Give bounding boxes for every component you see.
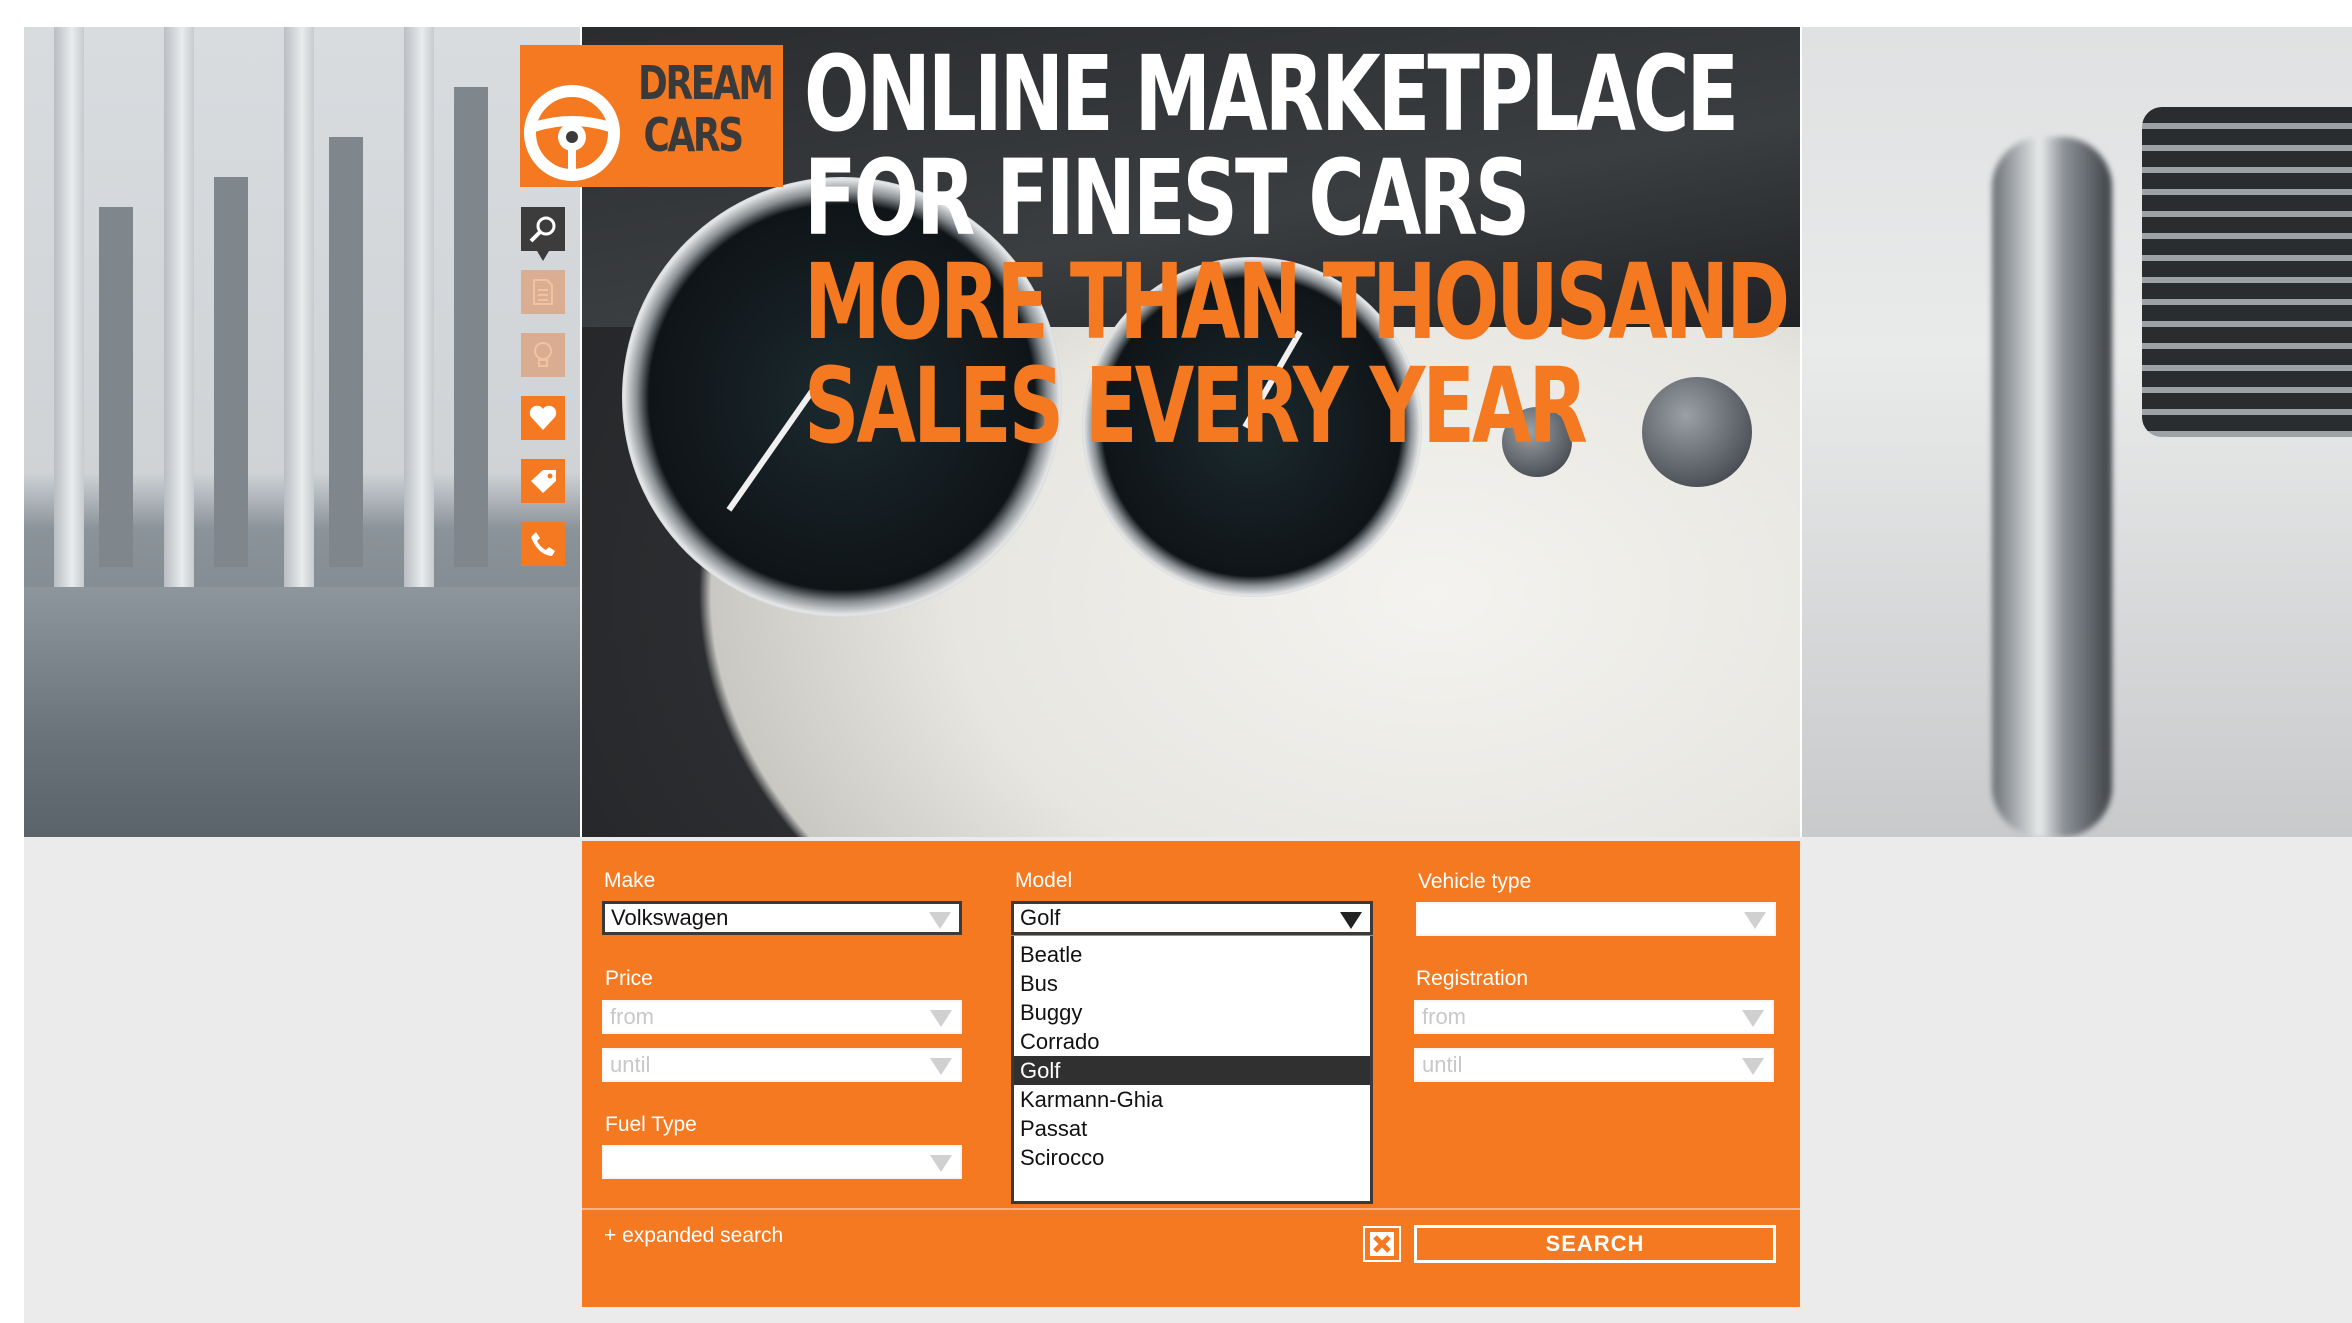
fuel-type-label: Fuel Type (605, 1113, 697, 1136)
headline-line-2: FOR FINEST CARS (804, 137, 1530, 259)
registration-from-placeholder: from (1422, 1004, 1466, 1029)
registration-until-placeholder: until (1422, 1052, 1463, 1077)
chevron-down-icon (1340, 912, 1362, 929)
hero-headline: ONLINE MARKETPLACE FOR FINEST CARS MORE … (804, 33, 1790, 467)
registration-label: Registration (1416, 967, 1529, 990)
model-option[interactable]: Passat (1014, 1114, 1370, 1143)
logo-wordmark: DREAM CARS (638, 56, 774, 162)
logo-line-2: CARS (643, 108, 744, 162)
model-label: Model (1015, 869, 1073, 892)
headline-line-3: MORE THAN THOUSAND (804, 241, 1790, 363)
model-option[interactable]: Scirocco (1014, 1143, 1370, 1172)
hero-photo-left (24, 27, 580, 837)
logo-line-1: DREAM (638, 56, 774, 110)
make-label: Make (604, 869, 656, 892)
lightbulb-icon (534, 342, 552, 367)
chevron-down-icon (1742, 1010, 1764, 1027)
model-dropdown-list: Beatle Bus Buggy Corrado Golf Karmann-Gh… (1011, 936, 1373, 1204)
fuel-type-select[interactable] (602, 1145, 962, 1179)
chevron-down-icon (929, 912, 951, 929)
chevron-down-icon (1744, 912, 1766, 929)
chevron-down-icon (1742, 1058, 1764, 1075)
model-option[interactable]: Corrado (1014, 1027, 1370, 1056)
headline-line-1: ONLINE MARKETPLACE (804, 33, 1739, 155)
make-select[interactable]: Volkswagen (602, 901, 962, 935)
model-option[interactable]: Bus (1014, 969, 1370, 998)
expanded-search-link[interactable]: + expanded search (604, 1224, 783, 1248)
price-from-select[interactable]: from (602, 1000, 962, 1034)
panel-divider (582, 1208, 1800, 1210)
chevron-down-icon (930, 1058, 952, 1075)
dream-cars-logo[interactable]: DREAM CARS (520, 45, 783, 187)
make-value: Volkswagen (611, 905, 729, 930)
nav-favorites-button[interactable] (521, 396, 565, 440)
search-button[interactable]: SEARCH (1414, 1225, 1776, 1263)
registration-until-select[interactable]: until (1414, 1048, 1774, 1082)
chevron-down-icon (930, 1155, 952, 1172)
headline-line-4: SALES EVERY YEAR (804, 345, 1588, 467)
heart-icon (529, 405, 557, 430)
model-option[interactable]: Karmann-Ghia (1014, 1085, 1370, 1114)
reset-button[interactable] (1363, 1226, 1401, 1262)
nav-contact-button[interactable] (521, 522, 565, 566)
steering-wheel-icon (524, 85, 620, 181)
close-icon (1370, 1232, 1394, 1256)
search-icon (529, 216, 556, 243)
nav-idea-button[interactable] (521, 333, 565, 377)
vehicle-type-label: Vehicle type (1418, 870, 1532, 893)
model-option-highlighted[interactable]: Golf (1014, 1056, 1370, 1085)
model-option[interactable]: Beatle (1014, 940, 1370, 969)
chevron-down-icon (930, 1010, 952, 1027)
nav-search-button[interactable] (521, 207, 565, 261)
vehicle-type-select[interactable] (1416, 902, 1776, 936)
model-select[interactable]: Golf (1011, 901, 1373, 935)
price-from-placeholder: from (610, 1004, 654, 1029)
price-label: Price (605, 967, 653, 990)
model-value: Golf (1020, 905, 1061, 930)
nav-document-button[interactable] (521, 270, 565, 314)
price-until-select[interactable]: until (602, 1048, 962, 1082)
document-icon (533, 279, 553, 305)
price-until-placeholder: until (610, 1052, 651, 1077)
registration-from-select[interactable]: from (1414, 1000, 1774, 1034)
hero-photo-right (1802, 27, 2352, 837)
phone-icon (531, 532, 555, 556)
tag-icon (531, 470, 556, 493)
model-option[interactable]: Buggy (1014, 998, 1370, 1027)
nav-offers-button[interactable] (521, 459, 565, 503)
